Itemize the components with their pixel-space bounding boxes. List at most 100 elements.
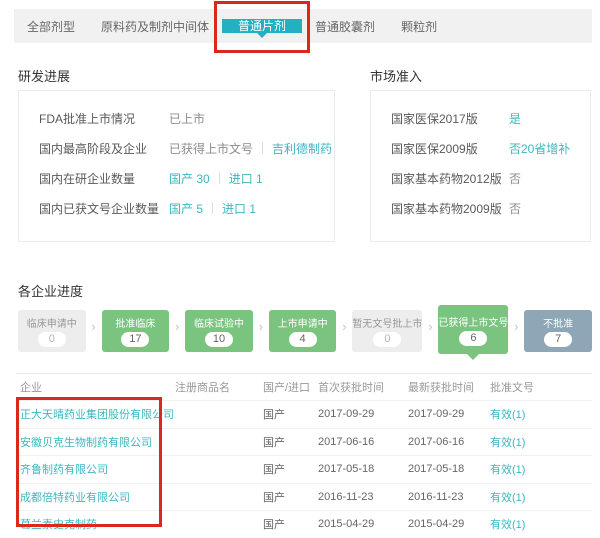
origin-cell: 国产 bbox=[263, 516, 318, 532]
medicare-2017-label: 国家医保2017版 bbox=[391, 110, 509, 127]
approval-no-link[interactable]: 有效(1) bbox=[490, 516, 592, 532]
stage-clinical-applying[interactable]: 临床申请中 0 bbox=[18, 310, 86, 352]
first-approval-cell: 2017-05-18 bbox=[318, 463, 408, 475]
rnd-progress-title: 研发进展 bbox=[18, 66, 70, 85]
approval-no-link[interactable]: 有效(1) bbox=[490, 406, 592, 422]
company-link[interactable]: 葛兰素史克制药 bbox=[20, 516, 175, 532]
divider bbox=[219, 172, 220, 184]
dosage-form-tabbar: 全部剂型 原料药及制剂中间体 普通片剂 普通胶囊剂 颗粒剂 bbox=[14, 9, 592, 43]
rnd-progress-card: FDA批准上市情况 已上市 国内最高阶段及企业 已获得上市文号 吉利德制药 国内… bbox=[18, 90, 335, 242]
approval-no-link[interactable]: 有效(1) bbox=[490, 489, 592, 505]
gilead-company-link[interactable]: 吉利德制药 bbox=[272, 140, 332, 157]
approval-no-link[interactable]: 有效(1) bbox=[490, 461, 592, 477]
first-approval-cell: 2017-09-29 bbox=[318, 408, 408, 420]
stage-no-license-approved[interactable]: 暂无文号批上市 0 bbox=[352, 310, 422, 352]
essential-drugs-2012-value: 否 bbox=[509, 170, 521, 187]
medicare-2017-value[interactable]: 是 bbox=[509, 110, 521, 127]
medicare-2009-value[interactable]: 否20省增补 bbox=[509, 140, 570, 157]
enterprise-progress-title: 各企业进度 bbox=[18, 281, 83, 300]
stage-label: 临床试验中 bbox=[194, 315, 244, 330]
company-link[interactable]: 安徽贝克生物制药有限公司 bbox=[20, 434, 175, 450]
essential-drugs-2012-row: 国家基本药物2012版 否 bbox=[391, 163, 590, 193]
in-research-import-link[interactable]: 进口 1 bbox=[229, 170, 263, 187]
first-approval-cell: 2017-06-16 bbox=[318, 436, 408, 448]
tab-plain-tablet[interactable]: 普通片剂 bbox=[222, 19, 302, 33]
col-header-approval-no: 批准文号 bbox=[490, 379, 592, 395]
latest-approval-cell: 2015-04-29 bbox=[408, 518, 490, 530]
chevron-right-icon: › bbox=[86, 321, 102, 333]
stage-count: 7 bbox=[544, 332, 572, 347]
tab-granule[interactable]: 颗粒剂 bbox=[388, 18, 450, 35]
chevron-right-icon: › bbox=[253, 321, 269, 333]
market-access-title: 市场准入 bbox=[370, 66, 422, 85]
table-row: 成都倍特药业有限公司 国产 2016-11-23 2016-11-23 有效(1… bbox=[16, 483, 592, 511]
fda-status-label: FDA批准上市情况 bbox=[39, 110, 169, 127]
domestic-highest-stage-value: 已获得上市文号 bbox=[169, 140, 253, 157]
tab-plain-tablet-wrap: 普通片剂 bbox=[222, 9, 302, 43]
stage-clinical-trial[interactable]: 临床试验中 10 bbox=[185, 310, 253, 352]
chevron-right-icon: › bbox=[336, 321, 352, 333]
origin-cell: 国产 bbox=[263, 461, 318, 477]
stage-label: 已获得上市文号 bbox=[438, 314, 508, 329]
stage-count: 6 bbox=[459, 331, 487, 346]
chevron-right-icon: › bbox=[422, 321, 438, 333]
stage-label: 不批准 bbox=[543, 315, 573, 330]
essential-drugs-2012-label: 国家基本药物2012版 bbox=[391, 170, 509, 187]
stage-clinical-approved[interactable]: 批准临床 17 bbox=[102, 310, 170, 352]
divider bbox=[212, 202, 213, 214]
medicare-2009-row: 国家医保2009版 否20省增补 bbox=[391, 133, 590, 163]
stage-not-approved[interactable]: 不批准 7 bbox=[524, 310, 592, 352]
stage-count: 10 bbox=[205, 332, 233, 347]
latest-approval-cell: 2017-06-16 bbox=[408, 436, 490, 448]
essential-drugs-2009-label: 国家基本药物2009版 bbox=[391, 200, 509, 217]
fda-status-value: 已上市 bbox=[169, 110, 205, 127]
essential-drugs-2009-value: 否 bbox=[509, 200, 521, 217]
market-access-card: 国家医保2017版 是 国家医保2009版 否20省增补 国家基本药物2012版… bbox=[370, 90, 591, 242]
progress-pipeline: 临床申请中 0 › 批准临床 17 › 临床试验中 10 › 上市申请中 4 ›… bbox=[18, 303, 592, 354]
chevron-right-icon: › bbox=[508, 321, 524, 333]
domestic-highest-stage-row: 国内最高阶段及企业 已获得上市文号 吉利德制药 bbox=[39, 133, 334, 163]
origin-cell: 国产 bbox=[263, 489, 318, 505]
table-row: 齐鲁制药有限公司 国产 2017-05-18 2017-05-18 有效(1) bbox=[16, 455, 592, 483]
domestic-in-research-row: 国内在研企业数量 国产 30 进口 1 bbox=[39, 163, 334, 193]
domestic-highest-stage-label: 国内最高阶段及企业 bbox=[39, 140, 169, 157]
col-header-company: 企业 bbox=[20, 379, 175, 395]
latest-approval-cell: 2016-11-23 bbox=[408, 491, 490, 503]
company-link[interactable]: 齐鲁制药有限公司 bbox=[20, 461, 175, 477]
chevron-right-icon: › bbox=[169, 321, 185, 333]
medicare-2009-label: 国家医保2009版 bbox=[391, 140, 509, 157]
stage-listing-applying[interactable]: 上市申请中 4 bbox=[269, 310, 337, 352]
first-approval-cell: 2015-04-29 bbox=[318, 518, 408, 530]
tab-plain-capsule[interactable]: 普通胶囊剂 bbox=[302, 18, 388, 35]
col-header-latest-approval: 最新获批时间 bbox=[408, 379, 490, 395]
essential-drugs-2009-row: 国家基本药物2009版 否 bbox=[391, 193, 590, 223]
domestic-licensed-row: 国内已获文号企业数量 国产 5 进口 1 bbox=[39, 193, 334, 223]
table-row: 正大天晴药业集团股份有限公司 国产 2017-09-29 2017-09-29 … bbox=[16, 400, 592, 428]
company-link[interactable]: 成都倍特药业有限公司 bbox=[20, 489, 175, 505]
approval-no-link[interactable]: 有效(1) bbox=[490, 434, 592, 450]
latest-approval-cell: 2017-09-29 bbox=[408, 408, 490, 420]
tab-api-intermediates[interactable]: 原料药及制剂中间体 bbox=[88, 18, 222, 35]
domestic-licensed-label: 国内已获文号企业数量 bbox=[39, 200, 169, 217]
table-row: 安徽贝克生物制药有限公司 国产 2017-06-16 2017-06-16 有效… bbox=[16, 428, 592, 456]
company-link[interactable]: 正大天晴药业集团股份有限公司 bbox=[20, 406, 175, 422]
stage-label: 上市申请中 bbox=[278, 315, 328, 330]
in-research-domestic-link[interactable]: 国产 30 bbox=[169, 170, 210, 187]
stage-count: 0 bbox=[373, 332, 401, 347]
col-header-trade-name: 注册商品名 bbox=[175, 379, 263, 395]
origin-cell: 国产 bbox=[263, 406, 318, 422]
licensed-domestic-link[interactable]: 国产 5 bbox=[169, 200, 203, 217]
col-header-origin: 国产/进口 bbox=[263, 379, 318, 395]
latest-approval-cell: 2017-05-18 bbox=[408, 463, 490, 475]
tab-all-dosage-forms[interactable]: 全部剂型 bbox=[14, 18, 88, 35]
first-approval-cell: 2016-11-23 bbox=[318, 491, 408, 503]
fda-status-row: FDA批准上市情况 已上市 bbox=[39, 103, 334, 133]
divider bbox=[262, 142, 263, 154]
stage-label: 临床申请中 bbox=[27, 315, 77, 330]
col-header-first-approval: 首次获批时间 bbox=[318, 379, 408, 395]
licensed-import-link[interactable]: 进口 1 bbox=[222, 200, 256, 217]
table-header-row: 企业 注册商品名 国产/进口 首次获批时间 最新获批时间 批准文号 bbox=[16, 373, 592, 400]
stage-licensed[interactable]: 已获得上市文号 6 bbox=[438, 305, 508, 354]
stage-label: 暂无文号批上市 bbox=[352, 315, 422, 330]
enterprise-table: 企业 注册商品名 国产/进口 首次获批时间 最新获批时间 批准文号 正大天晴药业… bbox=[16, 373, 592, 538]
